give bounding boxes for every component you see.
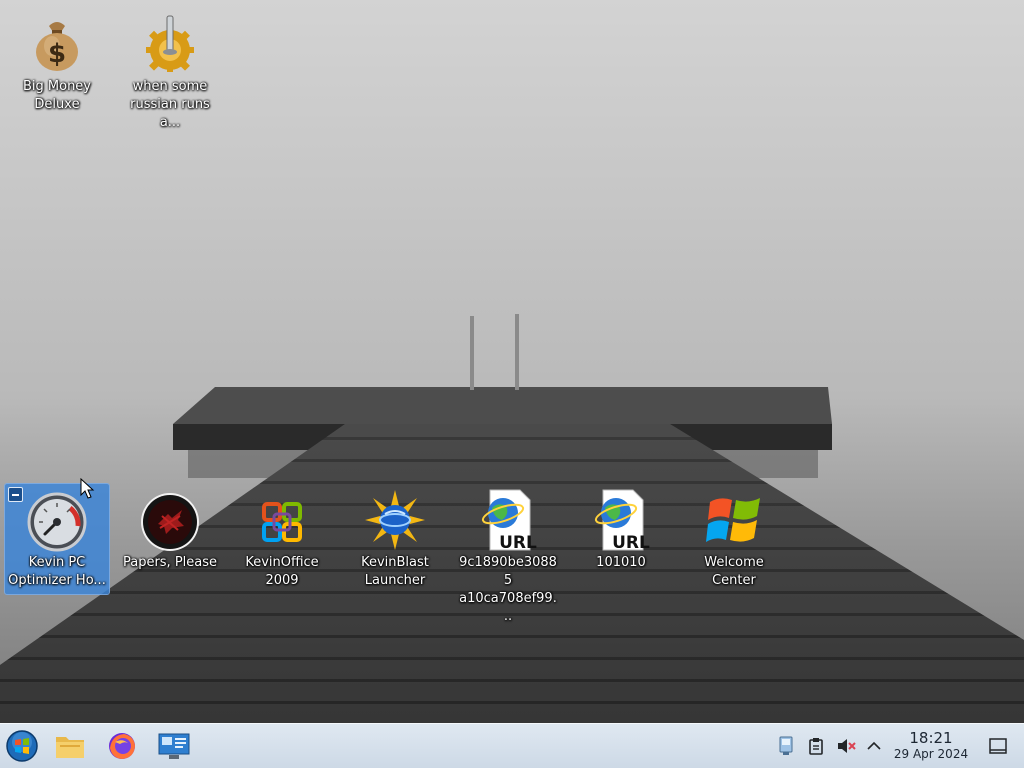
desktop-icon-kevinoffice-2009[interactable]: KevinOffice 2009 bbox=[230, 484, 334, 594]
tray-expand[interactable] bbox=[864, 736, 884, 756]
sunburst-globe-icon bbox=[365, 490, 425, 550]
desktop[interactable]: $ Big Money Deluxe when some russian run… bbox=[0, 0, 1024, 723]
desktop-icon-when-some-russian[interactable]: when some russian runs a... bbox=[118, 8, 222, 136]
icon-label: Welcome Center bbox=[704, 555, 764, 588]
url-badge: URL bbox=[612, 533, 650, 552]
clipboard-icon bbox=[809, 738, 823, 755]
selection-toggle-icon[interactable] bbox=[8, 487, 23, 502]
tray-clipboard[interactable] bbox=[806, 736, 826, 756]
firefox-icon bbox=[109, 733, 135, 759]
remote-desktop-icon bbox=[158, 733, 190, 759]
chevron-up-icon bbox=[867, 741, 881, 750]
icon-label: 101010 bbox=[596, 555, 646, 570]
desktop-icon-url-101010[interactable]: URL 101010 bbox=[569, 484, 673, 576]
desktop-icon-big-money-deluxe[interactable]: $ Big Money Deluxe bbox=[5, 8, 109, 118]
tray-volume[interactable] bbox=[836, 736, 856, 756]
start-button[interactable] bbox=[2, 728, 42, 764]
url-shortcut-icon: URL bbox=[481, 489, 537, 552]
taskbar-remote-desktop[interactable] bbox=[154, 728, 194, 764]
windows-flag-icon bbox=[706, 498, 760, 542]
icon-label: Kevin PC Optimizer Ho... bbox=[8, 555, 106, 588]
taskbar-file-manager[interactable] bbox=[50, 728, 90, 764]
mouse-cursor-icon bbox=[80, 478, 95, 499]
file-manager-icon bbox=[56, 737, 84, 758]
url-shortcut-icon: URL bbox=[594, 489, 650, 552]
desktop-icon-kevinblast-launcher[interactable]: KevinBlast Launcher bbox=[343, 484, 447, 594]
icon-label: KevinOffice 2009 bbox=[245, 555, 319, 588]
office-logo-icon bbox=[262, 502, 302, 542]
icon-label: Papers, Please bbox=[122, 555, 218, 570]
desktop-icon-kevin-pc-optimizer[interactable]: Kevin PC Optimizer Ho... bbox=[4, 483, 110, 595]
show-desktop-icon bbox=[989, 738, 1007, 754]
money-bag-icon: $ bbox=[36, 22, 78, 71]
clock-date: 29 Apr 2024 bbox=[893, 747, 969, 761]
gear-lever-icon bbox=[146, 15, 194, 72]
volume-muted-icon bbox=[838, 739, 856, 753]
desktop-icon-papers-please[interactable]: Papers, Please bbox=[118, 484, 222, 576]
icon-label: when some russian runs a... bbox=[130, 79, 210, 130]
desktop-icon-url-9c1890be[interactable]: URL 9c1890be30885 a10ca708ef99... bbox=[456, 484, 560, 630]
icon-label: Big Money Deluxe bbox=[22, 79, 91, 112]
network-icon bbox=[779, 736, 793, 755]
taskbar-firefox[interactable] bbox=[102, 728, 142, 764]
url-badge: URL bbox=[499, 533, 537, 552]
papers-please-seal-icon bbox=[141, 493, 199, 551]
icon-label: KevinBlast Launcher bbox=[361, 555, 429, 588]
show-desktop-button[interactable] bbox=[988, 736, 1008, 756]
svg-text:$: $ bbox=[48, 39, 66, 69]
icon-label: 9c1890be30885 a10ca708ef99... bbox=[459, 555, 557, 624]
clock[interactable]: 18:21 29 Apr 2024 bbox=[888, 729, 974, 762]
desktop-icon-welcome-center[interactable]: Welcome Center bbox=[682, 484, 786, 594]
tray-network[interactable] bbox=[776, 736, 796, 756]
taskbar: 18:21 29 Apr 2024 bbox=[0, 723, 1024, 768]
start-orb-icon bbox=[6, 730, 38, 762]
clock-time: 18:21 bbox=[909, 729, 953, 747]
